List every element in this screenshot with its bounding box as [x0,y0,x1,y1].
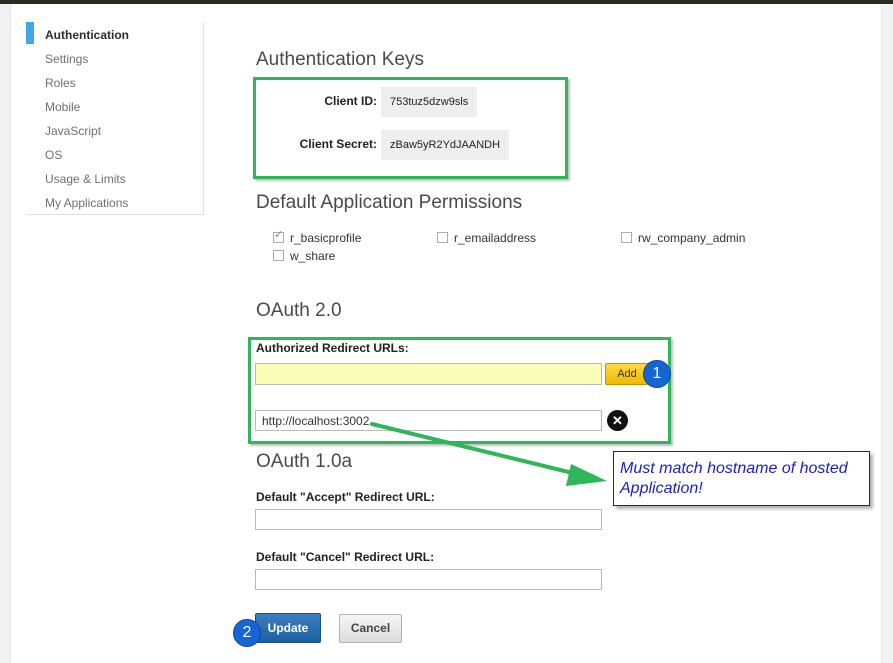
step-badge-2: 2 [233,619,261,647]
annotation-arrow [370,422,607,486]
update-button[interactable]: Update [255,613,321,643]
cancel-button[interactable]: Cancel [339,614,402,643]
annotation-note: Must match hostname of hosted Applicatio… [613,451,870,506]
